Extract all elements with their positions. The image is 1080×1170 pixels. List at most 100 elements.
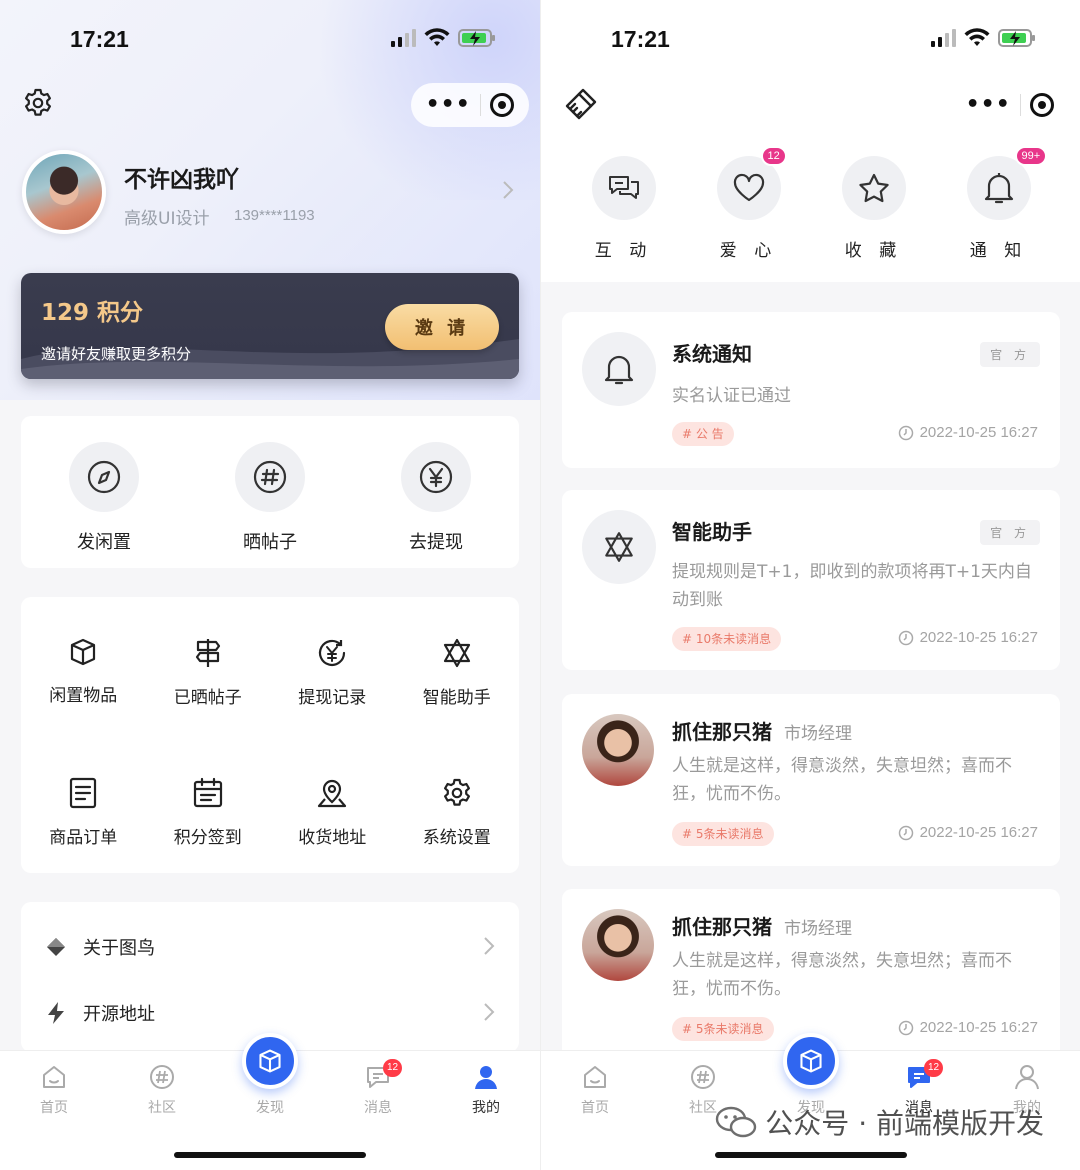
message-title: 抓住那只猪 市场经理: [672, 911, 852, 940]
list-item-label: 关于图鸟: [83, 938, 155, 959]
message-body: 人生就是这样，得意淡然，失意坦然；喜而不狂，忧而不伤。: [672, 756, 1012, 804]
grid-item-checkin[interactable]: 积分签到: [146, 777, 271, 873]
tab-mine[interactable]: 我的: [446, 1063, 526, 1117]
chevron-right-icon: [484, 937, 495, 955]
hashtag-icon: [253, 460, 287, 494]
message-card-system[interactable]: 系统通知 官 方 实名认证已通过 # 公 告 2022-10-25 16:27: [562, 312, 1060, 468]
grid-item-withdraw-history[interactable]: 提现记录: [270, 637, 395, 733]
category-likes[interactable]: 12 爱 心: [699, 146, 799, 261]
heart-icon: [733, 173, 764, 202]
tab-home[interactable]: 首页: [14, 1063, 94, 1117]
status-bar: 17:21: [0, 0, 540, 80]
calendar-icon: [193, 777, 222, 808]
star-icon: [858, 173, 889, 203]
grid-item-shared-posts[interactable]: 已晒帖子: [146, 637, 271, 733]
yen-history-icon: [319, 639, 346, 666]
message-tag: # 10条未读消息: [672, 627, 782, 651]
notifications-badge: 99+: [1014, 146, 1048, 166]
sender-role: 市场经理: [784, 724, 852, 744]
home-icon: [43, 1066, 65, 1088]
message-time-text: 2022-10-25 16:27: [919, 1019, 1038, 1036]
user-filled-icon: [475, 1066, 497, 1089]
invite-button[interactable]: 邀 请: [385, 304, 499, 350]
message-badge: 12: [924, 1059, 944, 1077]
grid-item-settings[interactable]: 系统设置: [395, 777, 520, 873]
message-tag: # 公 告: [672, 422, 734, 446]
signal-icon: [931, 29, 956, 47]
message-title: 系统通知: [672, 342, 752, 366]
more-menu-icon[interactable]: •••: [426, 94, 471, 116]
message-body: 提现规则是T+1，即收到的款项将再T+1天内自动到账: [672, 562, 1032, 610]
quick-action-post-idle[interactable]: 发闲置: [34, 442, 174, 568]
grid-item-orders[interactable]: 商品订单: [21, 777, 146, 873]
message-card-user[interactable]: 抓住那只猪 市场经理 人生就是这样，得意淡然，失意坦然；喜而不狂，忧而不伤。 # …: [562, 694, 1060, 866]
tab-discover[interactable]: [242, 1033, 298, 1089]
tab-label: 我的: [472, 1100, 500, 1116]
message-card-assistant[interactable]: 智能助手 官 方 提现规则是T+1，即收到的款项将再T+1天内自动到账 # 10…: [562, 490, 1060, 670]
user-icon: [1015, 1065, 1039, 1090]
grid-item-assistant[interactable]: 智能助手: [395, 637, 520, 733]
sender-name: 抓住那只猪: [672, 720, 772, 744]
list-item-about[interactable]: 关于图鸟: [21, 914, 519, 980]
signpost-icon: [195, 639, 220, 667]
tab-label: 首页: [40, 1100, 68, 1116]
more-menu-icon[interactable]: •••: [966, 94, 1011, 116]
watermark: 公众号 · 前端模版开发: [715, 1102, 1044, 1142]
avatar[interactable]: [582, 714, 654, 786]
feature-grid: 闲置物品 已晒帖子 提现记录 智能助手 商品订单 积分签到 收货地址 系统设置: [21, 597, 519, 873]
yen-icon: [419, 460, 453, 494]
user-profile[interactable]: 不许凶我吖 高级UI设计 139****1193: [22, 150, 522, 234]
points-card: 129 积分 邀请好友赚取更多积分 邀 请: [21, 273, 519, 379]
quick-action-label: 晒帖子: [243, 532, 297, 553]
cube-icon: [259, 1049, 281, 1073]
tab-community[interactable]: 社区: [122, 1063, 202, 1117]
tab-discover[interactable]: [783, 1033, 839, 1089]
message-body: 人生就是这样，得意淡然，失意坦然；喜而不狂，忧而不伤。: [672, 951, 1012, 999]
user-phone: 139****1193: [234, 207, 315, 224]
message-time: 2022-10-25 16:27: [898, 824, 1038, 841]
cube-icon: [800, 1049, 822, 1073]
category-notifications[interactable]: 99+ 通 知: [949, 146, 1049, 261]
message-tag: # 5条未读消息: [672, 1017, 774, 1041]
battery-charging-icon: [998, 29, 1035, 47]
map-pin-icon: [318, 779, 347, 808]
category-favorites[interactable]: 收 藏: [824, 156, 924, 261]
hashtag-icon: [150, 1065, 174, 1089]
tab-messages[interactable]: 消息 12: [338, 1059, 418, 1117]
close-miniprogram-icon[interactable]: [1030, 93, 1055, 117]
message-time: 2022-10-25 16:27: [898, 424, 1038, 441]
capsule-divider: [480, 94, 482, 116]
category-interaction[interactable]: 互 动: [574, 156, 674, 261]
tab-label: 发现: [256, 1100, 284, 1116]
message-time-text: 2022-10-25 16:27: [919, 629, 1038, 646]
tab-home[interactable]: 首页: [555, 1063, 635, 1117]
bell-icon: [984, 173, 1013, 204]
message-title: 智能助手: [672, 520, 752, 544]
official-tag: 官 方: [980, 342, 1040, 367]
settings-gear-icon[interactable]: [22, 87, 54, 119]
grid-item-label: 智能助手: [422, 688, 491, 708]
quick-action-withdraw[interactable]: 去提现: [366, 442, 506, 568]
points-subtitle: 邀请好友赚取更多积分: [41, 345, 192, 363]
grid-item-label: 收货地址: [298, 828, 367, 848]
clock-icon: [898, 630, 913, 645]
grid-item-label: 已晒帖子: [173, 688, 242, 708]
status-time: 17:21: [70, 26, 129, 52]
likes-badge: 12: [760, 146, 787, 166]
box-icon: [71, 638, 96, 666]
status-icons: [390, 28, 496, 48]
user-role: 高级UI设计: [124, 209, 210, 229]
watermark-text: 公众号 · 前端模版开发: [765, 1107, 1044, 1140]
quick-action-label: 去提现: [409, 532, 463, 553]
grid-item-address[interactable]: 收货地址: [270, 777, 395, 873]
close-miniprogram-icon[interactable]: [490, 93, 515, 117]
message-title: 抓住那只猪 市场经理: [672, 716, 852, 745]
avatar[interactable]: [582, 909, 654, 981]
clear-broom-icon[interactable]: [563, 86, 599, 122]
quick-action-share-post[interactable]: 晒帖子: [200, 442, 340, 568]
wifi-icon: [424, 28, 450, 46]
grid-item-idle-goods[interactable]: 闲置物品: [21, 637, 146, 733]
sender-name: 抓住那只猪: [672, 915, 772, 939]
avatar[interactable]: [22, 150, 106, 234]
messages-screen: 17:21 ••• 互 动 12 爱 心 收 藏 99+ 通 知 系统通知 官 …: [540, 0, 1080, 1170]
